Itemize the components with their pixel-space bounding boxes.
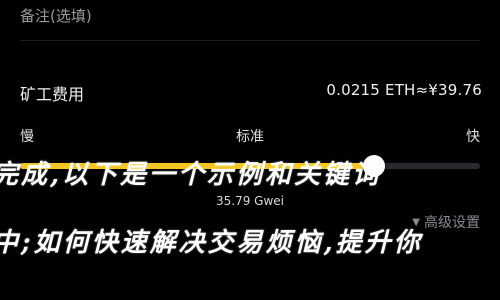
memo-input[interactable]: 备注(选填) bbox=[0, 0, 500, 30]
overlay-text-line-2: 中;如何快速解决交易烦恼,提升你 bbox=[0, 228, 423, 258]
fee-value: 0.0215 ETH≈¥39.76 bbox=[326, 81, 482, 99]
overlay-text-line-1: 完成,以下是一个示例和关键词 bbox=[0, 160, 382, 190]
speed-fast-label[interactable]: 快 bbox=[466, 126, 480, 146]
gas-price-readout: 35.79 Gwei bbox=[216, 194, 284, 208]
divider bbox=[20, 40, 480, 41]
speed-standard-label[interactable]: 标准 bbox=[0, 126, 500, 146]
advanced-settings-label: 高级设置 bbox=[424, 215, 480, 231]
transfer-fee-screen: 备注(选填) 矿工费用 0.0215 ETH≈¥39.76 慢 标准 快 完成,… bbox=[0, 0, 500, 300]
memo-placeholder: 备注(选填) bbox=[20, 7, 92, 25]
fee-label: 矿工费用 bbox=[20, 85, 85, 104]
